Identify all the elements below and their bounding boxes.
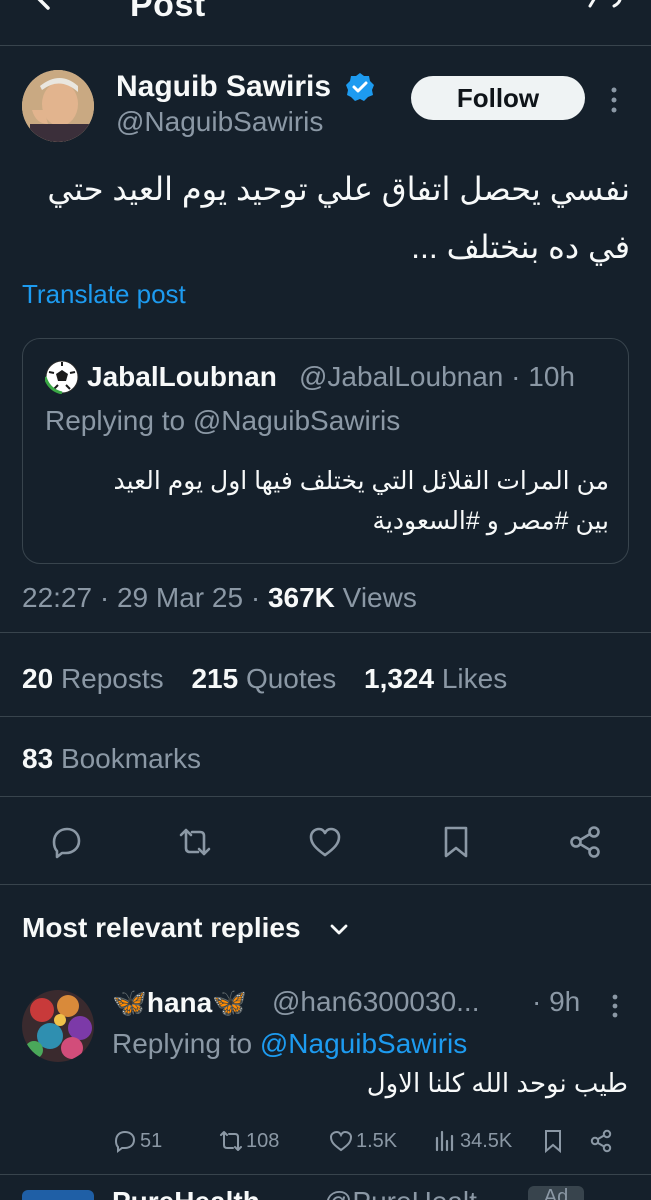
repost-icon[interactable] xyxy=(177,824,213,860)
reply-replying-to: Replying to @NaguibSawiris xyxy=(112,1028,467,1060)
bookmark-icon xyxy=(545,1130,561,1154)
reply-icon[interactable] xyxy=(48,824,84,860)
quote-replying-to: Replying to @NaguibSawiris xyxy=(45,405,401,436)
verified-badge-icon xyxy=(346,73,374,101)
post-timestamp: 22:27 · 29 Mar 25 · 367K Views xyxy=(22,582,417,613)
author-name[interactable]: Naguib Sawiris xyxy=(116,70,331,104)
divider xyxy=(0,796,651,797)
quoted-post[interactable]: JabalLoubnan @JabalLoubnan · 10h Replyin… xyxy=(22,338,629,564)
quotes-stat[interactable]: 215 Quotes xyxy=(191,663,336,694)
reply-more-icon[interactable] xyxy=(606,992,624,1020)
translate-post-link[interactable]: Translate post xyxy=(22,279,186,310)
post-text-line: نفسي يحصل اتفاق علي توحيد يوم العيد حتي xyxy=(47,171,630,207)
quote-author-meta: @JabalLoubnan · 10h xyxy=(299,361,575,392)
divider xyxy=(0,632,651,633)
reply-reposts-count: 108 xyxy=(246,1129,280,1152)
post-text: نفسي يحصل اتفاق علي توحيد يوم العيد حتي … xyxy=(22,160,630,276)
share-icon[interactable] xyxy=(567,824,603,860)
divider xyxy=(0,1174,651,1175)
chevron-down-icon[interactable] xyxy=(326,916,352,942)
page-title: Post xyxy=(130,0,206,24)
reposts-stat[interactable]: 20 Reposts xyxy=(22,663,164,694)
divider xyxy=(0,716,651,717)
like-icon xyxy=(329,1130,353,1152)
more-options-icon[interactable] xyxy=(604,84,624,116)
divider xyxy=(0,884,651,885)
author-avatar[interactable] xyxy=(22,70,94,142)
next-reply-handle[interactable]: @PureHealt xyxy=(324,1186,477,1200)
follow-button[interactable]: Follow xyxy=(411,76,585,120)
reply-views-count: 34.5K xyxy=(460,1129,513,1152)
reply-likes-count: 1.5K xyxy=(356,1129,398,1152)
like-icon[interactable] xyxy=(307,824,343,860)
post-text-line: في ده بنختلف ... xyxy=(411,229,630,265)
engagement-stats: 20 Reposts 215 Quotes 1,324 Likes xyxy=(22,663,527,695)
bookmark-icon[interactable] xyxy=(438,824,474,860)
reply-likes-button[interactable]: 1.5K xyxy=(328,1126,397,1156)
reply-text: طيب نوحد الله كلنا الاول xyxy=(366,1068,628,1098)
soccer-ball-icon xyxy=(45,360,79,394)
share-icon xyxy=(590,1129,612,1153)
next-reply-avatar[interactable] xyxy=(22,1190,94,1200)
reply-avatar[interactable] xyxy=(22,990,94,1062)
reply-bookmark-button[interactable] xyxy=(540,1126,566,1156)
post-date: 29 Mar 25 xyxy=(116,582,244,613)
views-icon xyxy=(435,1130,454,1152)
reply-share-button[interactable] xyxy=(588,1126,614,1156)
repost-icon xyxy=(220,1131,242,1151)
back-arrow-icon[interactable] xyxy=(30,0,70,20)
views-label: Views xyxy=(342,582,417,613)
reply-views-button[interactable]: 34.5K xyxy=(432,1126,512,1156)
likes-stat[interactable]: 1,324 Likes xyxy=(364,663,507,694)
author-handle[interactable]: @NaguibSawiris xyxy=(116,106,323,138)
replies-sort-label[interactable]: Most relevant replies xyxy=(22,912,301,944)
reply-avatar-image xyxy=(22,990,94,1062)
quote-text-line: بين #مصر و #السعودية xyxy=(372,507,609,535)
quote-text-line: من المرات القلائل التي يختلف فيها اول يو… xyxy=(113,467,610,495)
bookmarks-stat[interactable]: 83 Bookmarks xyxy=(22,743,201,775)
replying-prefix: Replying to xyxy=(112,1028,253,1059)
reply-time: · 9h xyxy=(532,986,581,1017)
top-bar: Post xyxy=(0,0,651,46)
reply-replies-count: 51 xyxy=(140,1129,163,1152)
quote-text: من المرات القلائل التي يختلف فيها اول يو… xyxy=(43,461,610,541)
reply-icon xyxy=(114,1130,136,1153)
reply-replies-button[interactable]: 51 xyxy=(112,1126,162,1156)
reply-settings-icon[interactable] xyxy=(586,0,626,18)
reply-author-name[interactable]: 🦋hana🦋 xyxy=(112,986,247,1019)
post-time: 22:27 xyxy=(22,582,93,613)
reply-author-handle[interactable]: @han6300030... xyxy=(272,986,479,1018)
views-count: 367K xyxy=(267,582,335,613)
next-reply-name[interactable]: PureHealth xyxy=(112,1186,260,1200)
replying-mention-link[interactable]: @NaguibSawiris xyxy=(260,1028,467,1059)
quote-author-name: JabalLoubnan xyxy=(87,361,277,392)
ad-badge: Ad xyxy=(528,1186,584,1200)
reply-reposts-button[interactable]: 108 xyxy=(218,1126,279,1156)
author-photo xyxy=(22,70,94,142)
